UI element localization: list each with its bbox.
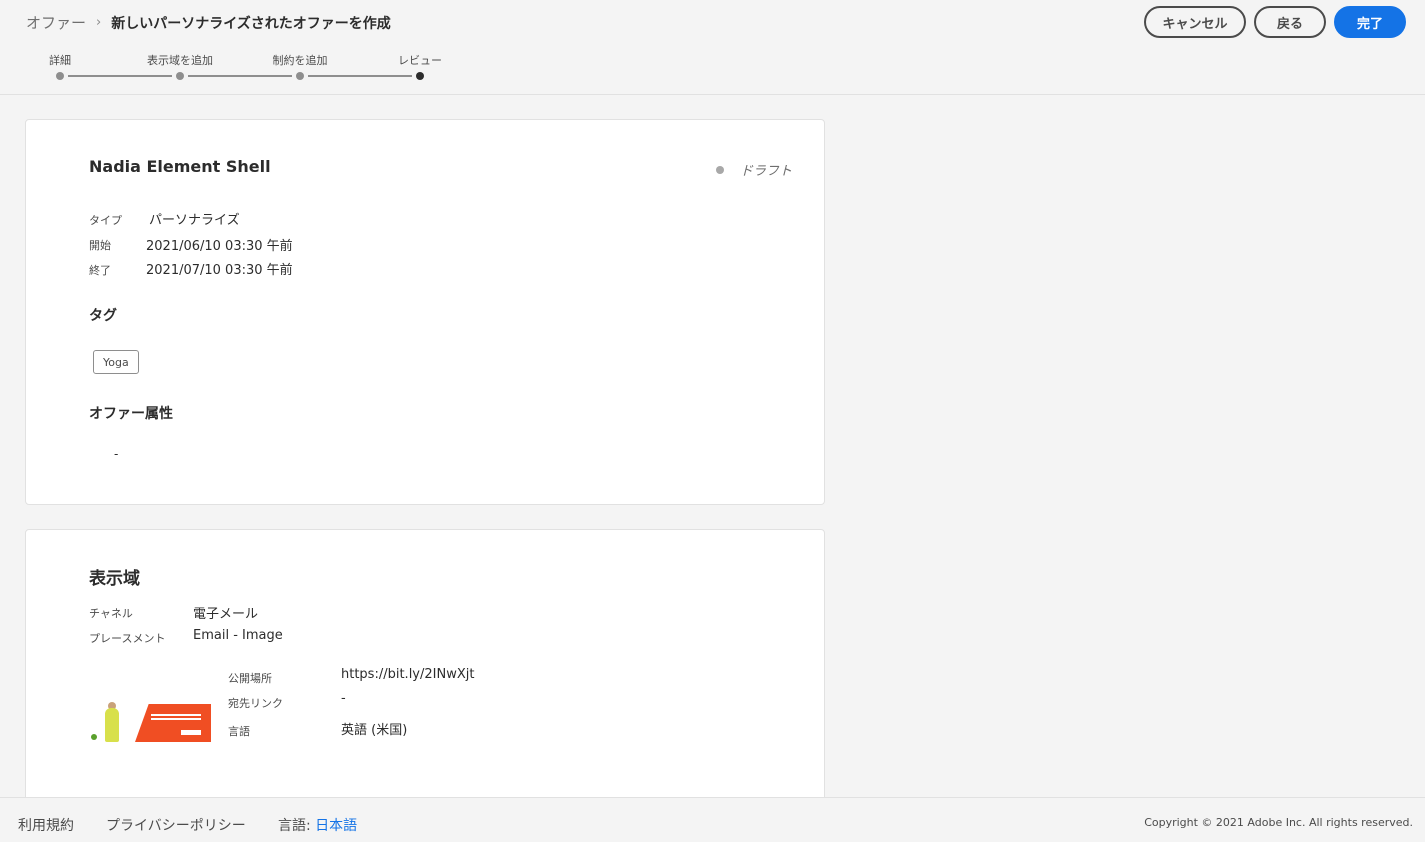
- terms-of-use-link[interactable]: 利用規約: [18, 815, 74, 835]
- representation-card: 表示域 チャネル 電子メール プレースメント Email - Image 公開場…: [25, 529, 825, 829]
- step-connector: [68, 75, 172, 77]
- tag-chip: Yoga: [93, 350, 139, 374]
- end-date-value: 2021/07/10 03:30 午前: [146, 263, 293, 278]
- page-title: 新しいパーソナライズされたオファーを作成: [111, 15, 391, 32]
- page-footer: 利用規約 プライバシーポリシー 言語: 日本語 Copyright © 2021…: [0, 797, 1425, 842]
- offer-summary-card: Nadia Element Shell ドラフト タイプ パーソナライズ 開始 …: [25, 119, 825, 505]
- language-link[interactable]: 日本語: [315, 818, 357, 834]
- start-date-value: 2021/06/10 03:30 午前: [146, 239, 293, 254]
- step-connector: [308, 75, 412, 77]
- public-location-value[interactable]: https://bit.ly/2INwXjt: [341, 667, 474, 682]
- cancel-button[interactable]: キャンセル: [1144, 6, 1246, 38]
- representation-heading: 表示域: [89, 569, 140, 589]
- header-actions: キャンセル 戻る 完了: [1144, 6, 1406, 38]
- chevron-right-icon: ›: [96, 15, 102, 30]
- content-thumbnail[interactable]: [89, 702, 211, 742]
- status-dot-icon: [715, 165, 724, 174]
- public-location-label: 公開場所: [228, 672, 272, 685]
- step-add-representation-dot[interactable]: [176, 72, 184, 80]
- language-selector: 言語: 日本語: [278, 815, 357, 835]
- destination-link-value: -: [341, 691, 346, 706]
- destination-link-label: 宛先リンク: [228, 697, 283, 710]
- tags-heading: タグ: [89, 308, 117, 324]
- finish-button[interactable]: 完了: [1334, 6, 1406, 38]
- breadcrumb: オファー › 新しいパーソナライズされたオファーを作成: [26, 12, 391, 33]
- end-date-label: 終了: [89, 264, 111, 277]
- step-review-dot[interactable]: [416, 72, 424, 80]
- step-add-constraints-label[interactable]: 制約を追加: [273, 52, 328, 68]
- step-review-label[interactable]: レビュー: [398, 52, 442, 68]
- page-header: オファー › 新しいパーソナライズされたオファーを作成 キャンセル 戻る 完了 …: [0, 0, 1425, 95]
- step-details-label[interactable]: 詳細: [49, 52, 71, 68]
- step-add-representation-label[interactable]: 表示域を追加: [147, 52, 213, 68]
- offer-attributes-heading: オファー属性: [89, 406, 173, 422]
- placement-value: Email - Image: [193, 628, 283, 643]
- step-add-constraints-dot[interactable]: [296, 72, 304, 80]
- language-label: 言語: [228, 725, 250, 738]
- language-value: 英語 (米国): [341, 723, 408, 738]
- status-badge: ドラフト: [715, 160, 792, 179]
- offer-name: Nadia Element Shell: [89, 157, 271, 176]
- placement-label: プレースメント: [89, 632, 166, 645]
- type-label: タイプ: [89, 214, 122, 227]
- status-label: ドラフト: [739, 164, 792, 179]
- channel-value: 電子メール: [193, 607, 259, 622]
- step-connector: [188, 75, 292, 77]
- back-button[interactable]: 戻る: [1254, 6, 1326, 38]
- type-value: パーソナライズ: [149, 213, 240, 228]
- copyright-text: Copyright © 2021 Adobe Inc. All rights r…: [1144, 816, 1413, 829]
- breadcrumb-offers-link[interactable]: オファー: [26, 12, 86, 33]
- stepper: 詳細 表示域を追加 制約を追加 レビュー: [0, 48, 480, 88]
- start-date-label: 開始: [89, 239, 111, 252]
- offer-attributes-value: -: [114, 447, 119, 461]
- privacy-policy-link[interactable]: プライバシーポリシー: [106, 815, 246, 835]
- step-details-dot[interactable]: [56, 72, 64, 80]
- language-prefix: 言語:: [278, 818, 311, 834]
- channel-label: チャネル: [89, 607, 133, 620]
